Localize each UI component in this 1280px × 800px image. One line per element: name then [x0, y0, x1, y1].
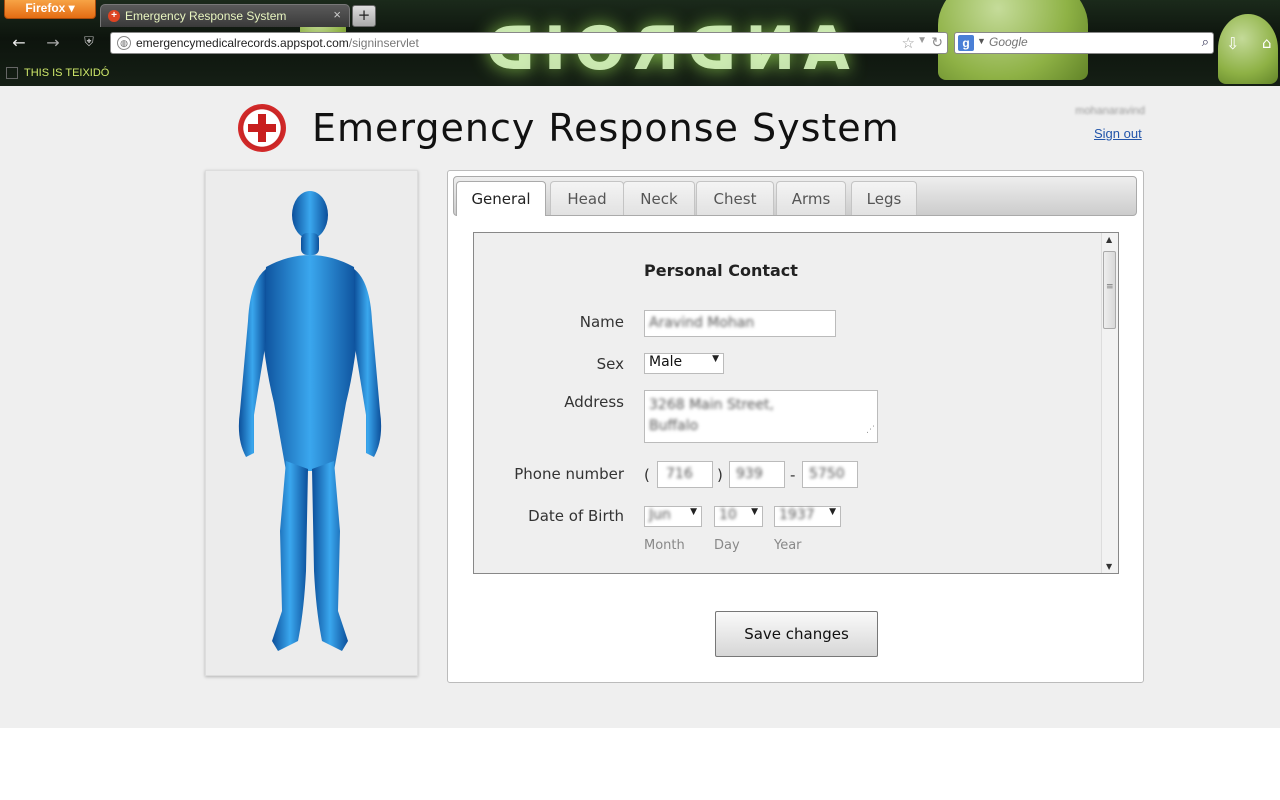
- reload-icon[interactable]: ↻: [931, 34, 943, 51]
- tab-chest[interactable]: Chest: [696, 181, 774, 215]
- tab-neck[interactable]: Neck: [623, 181, 695, 215]
- dob-day-select[interactable]: 10 ▼: [714, 506, 763, 527]
- forward-icon[interactable]: →: [42, 34, 64, 52]
- red-cross-logo-icon: [238, 104, 286, 152]
- tab-head[interactable]: Head: [550, 181, 624, 215]
- browser-chrome: ANDROID Firefox ▾ + Emergency Response S…: [0, 0, 1280, 86]
- username: mohanaravind: [1075, 105, 1145, 117]
- chevron-down-icon: ▼: [690, 507, 697, 517]
- scroll-down-icon[interactable]: ▼: [1106, 562, 1112, 571]
- tab-legs[interactable]: Legs: [851, 181, 917, 215]
- scroll-up-icon[interactable]: ▲: [1106, 235, 1112, 244]
- browser-tab[interactable]: + Emergency Response System ×: [100, 4, 350, 27]
- search-input[interactable]: [989, 35, 1179, 49]
- page-content: Emergency Response System mohanaravind S…: [0, 86, 1280, 728]
- body-figure-panel: [205, 170, 418, 676]
- address-line-2: Buffalo: [649, 418, 699, 434]
- bookmark-folder-icon: [6, 67, 18, 80]
- downloads-icon[interactable]: ⇩: [1226, 34, 1239, 53]
- section-title: Personal Contact: [644, 261, 798, 280]
- dob-year-select[interactable]: 1937 ▼: [774, 506, 841, 527]
- phone-prefix-input[interactable]: 939: [729, 461, 785, 488]
- address-label: Address: [564, 393, 624, 411]
- phone-label: Phone number: [514, 465, 624, 483]
- tab-title: Emergency Response System: [125, 9, 287, 23]
- address-bar[interactable]: ◍ emergencymedicalrecords.appspot.com/si…: [110, 32, 948, 54]
- save-changes-button[interactable]: Save changes: [715, 611, 878, 657]
- sex-label: Sex: [596, 355, 624, 373]
- firefox-menu-button[interactable]: Firefox ▾: [4, 0, 96, 19]
- name-label: Name: [579, 313, 624, 331]
- close-tab-icon[interactable]: ×: [333, 7, 341, 22]
- phone-paren-close: ): [717, 466, 723, 484]
- tab-bar: General Head Neck Chest Arms Legs: [453, 176, 1137, 216]
- identity-icon[interactable]: ⛨: [78, 34, 100, 52]
- history-dropdown-icon[interactable]: ▼: [917, 35, 927, 46]
- phone-dash: -: [790, 466, 796, 484]
- search-bar[interactable]: g ▼ ⌕: [954, 32, 1214, 54]
- tab-general[interactable]: General: [456, 181, 546, 216]
- sex-select[interactable]: Male ▼: [644, 353, 724, 374]
- chevron-down-icon: ▼: [712, 354, 719, 364]
- engine-dropdown-icon[interactable]: ▼: [977, 36, 986, 46]
- dob-label: Date of Birth: [528, 507, 624, 525]
- name-value: Aravind Mohan: [649, 315, 755, 331]
- home-icon[interactable]: ⌂: [1262, 34, 1272, 52]
- search-icon[interactable]: ⌕: [1202, 34, 1209, 50]
- phone-area-input[interactable]: 716: [657, 461, 713, 488]
- sign-out-link[interactable]: Sign out: [1094, 126, 1142, 141]
- new-tab-button[interactable]: +: [352, 5, 376, 27]
- month-caption: Month: [644, 538, 685, 553]
- general-form: Personal Contact Name Aravind Mohan Sex …: [473, 232, 1119, 574]
- human-body-figure-icon[interactable]: [206, 171, 417, 675]
- dob-month-select[interactable]: Jun ▼: [644, 506, 702, 527]
- favicon-icon: +: [108, 10, 120, 22]
- name-input[interactable]: Aravind Mohan: [644, 310, 836, 337]
- sex-value: Male: [649, 354, 683, 370]
- tab-arms[interactable]: Arms: [776, 181, 846, 215]
- scroll-thumb[interactable]: [1103, 251, 1116, 329]
- address-textarea[interactable]: 3268 Main Street, Buffalo ⋰: [644, 390, 878, 443]
- chevron-down-icon: ▼: [829, 507, 836, 517]
- app-title: Emergency Response System: [312, 106, 900, 150]
- globe-icon: ◍: [117, 36, 131, 50]
- day-caption: Day: [714, 538, 740, 553]
- year-caption: Year: [774, 538, 802, 553]
- address-line-1: 3268 Main Street,: [649, 397, 774, 413]
- back-icon[interactable]: ←: [8, 34, 30, 52]
- record-panel: General Head Neck Chest Arms Legs Person…: [447, 170, 1144, 683]
- form-scrollbar[interactable]: ▲ ▼: [1101, 233, 1118, 573]
- phone-paren-open: (: [644, 466, 650, 484]
- google-engine-icon[interactable]: g: [958, 35, 974, 51]
- resize-handle-icon[interactable]: ⋰: [866, 420, 875, 441]
- bookmark-item[interactable]: THIS IS TEIXIDÓ: [6, 67, 109, 80]
- bookmark-star-icon[interactable]: ☆: [902, 34, 915, 52]
- url-text: emergencymedicalrecords.appspot.com/sign…: [136, 36, 419, 50]
- chevron-down-icon: ▼: [751, 507, 758, 517]
- phone-line-input[interactable]: 5750: [802, 461, 858, 488]
